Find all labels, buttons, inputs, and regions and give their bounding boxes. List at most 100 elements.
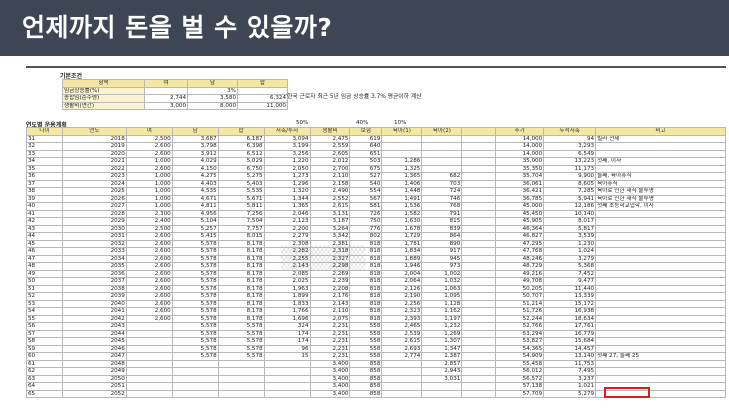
table-cell <box>595 142 726 151</box>
table-cell: 2,857 <box>421 359 463 368</box>
table-cell: 1,344 <box>263 194 311 203</box>
table-cell: 50 <box>26 277 63 286</box>
table-cell: 5,403 <box>217 179 265 188</box>
table-cell: 3,400 <box>309 374 351 383</box>
table-cell: 2026 <box>61 194 127 203</box>
table-cell: 3,199 <box>263 142 311 151</box>
table-cell: 5,578 <box>171 344 219 353</box>
header-cell: 합 <box>217 127 265 136</box>
table-cell <box>217 374 265 383</box>
table-cell: 818 <box>349 262 383 271</box>
table-cell: 36,061 <box>495 179 545 188</box>
table-cell: 1,491 <box>381 194 423 203</box>
header-cell: 육아(2) <box>421 127 463 136</box>
table-cell <box>171 367 219 376</box>
table-cell: 46,364 <box>495 224 545 233</box>
table-cell: 빌라 전세 <box>595 134 726 143</box>
table-cell: 2,231 <box>309 344 351 353</box>
basic-conditions-table: 항목 여 남 합 임금상승률(%) 3% 종합임(순수령) 2,744 3,58… <box>62 79 288 111</box>
table-cell: 1,729 <box>381 232 423 241</box>
table-cell: 44 <box>26 232 63 241</box>
table-cell: 527 <box>349 172 383 181</box>
table-cell <box>461 367 497 376</box>
table-cell <box>595 344 726 353</box>
table-cell: 51,726 <box>495 307 545 316</box>
table-cell: 1,387 <box>421 352 463 361</box>
table-cell: 2,279 <box>263 232 311 241</box>
table-cell: 36 <box>26 172 63 181</box>
header-cell: 여 <box>125 127 173 136</box>
table-cell: 1,696 <box>263 314 311 323</box>
table-cell: 5,578 <box>217 352 265 361</box>
table-cell: 2,323 <box>381 307 423 316</box>
table-cell: 2,308 <box>263 239 311 248</box>
table-cell: 1,000 <box>125 157 173 166</box>
table-cell: 1,307 <box>421 337 463 346</box>
table-cell: 791 <box>421 209 463 218</box>
table-row: 46 2033 2,600 5,578 8,178 2,282 2,318 818 1,834 9… <box>26 247 726 256</box>
table-cell: 2,552 <box>309 194 351 203</box>
table-cell <box>595 367 726 376</box>
table-cell: 703 <box>421 179 463 188</box>
table-cell: 2,475 <box>309 134 351 143</box>
table-cell: 2042 <box>61 314 127 323</box>
table-cell: 5,817 <box>543 224 597 233</box>
table-cell <box>217 382 265 391</box>
table-cell <box>171 382 219 391</box>
table-row: 62 2049 3,400 858 2,943 56,012 7,495 <box>26 367 726 376</box>
table-cell <box>461 359 497 368</box>
table-cell: 2032 <box>61 239 127 248</box>
table-cell: 2,490 <box>309 187 351 196</box>
table-cell: 2,600 <box>125 239 173 248</box>
table-cell: 818 <box>349 247 383 256</box>
table-cell: 5,578 <box>171 269 219 278</box>
header-cell: 나이 <box>26 127 63 136</box>
table-cell: 33 <box>26 149 63 158</box>
table-row: 51 2038 2,600 5,578 8,178 1,963 2,208 818 2,126 1… <box>26 284 726 293</box>
table-cell <box>125 382 173 391</box>
table-row: 61 2048 3,400 858 2,857 55,458 11,753 <box>26 359 726 368</box>
table-cell: 640 <box>349 142 383 151</box>
table-cell <box>381 389 423 398</box>
table-cell: 2051 <box>61 382 127 391</box>
table-cell: 818 <box>349 307 383 316</box>
table-cell: 58 <box>26 337 63 346</box>
table-cell: 864 <box>421 232 463 241</box>
table-cell: 2,269 <box>309 269 351 278</box>
basic-row: 생활비(연간) 3,000 8,000 11,000 <box>62 101 288 111</box>
table-cell <box>461 269 497 278</box>
table-cell: 2,693 <box>381 344 423 353</box>
table-cell: 682 <box>421 172 463 181</box>
table-row: 56 2043 5,578 5,578 324 2,231 558 2,465 1,232 52,… <box>26 322 726 331</box>
table-cell <box>381 382 423 391</box>
table-cell: 1,536 <box>381 202 423 211</box>
table-cell: 1,296 <box>263 179 311 188</box>
table-cell: 46 <box>26 247 63 256</box>
table-cell: 2,327 <box>309 254 351 263</box>
table-cell: 49,708 <box>495 277 545 286</box>
table-cell: 858 <box>349 382 383 391</box>
table-row: 58 2045 5,578 5,578 174 2,231 558 2,615 1,307 53,… <box>26 337 726 346</box>
wage-growth-note: 한국 근로자 최근 5년 임금 상승률 3.7% 평균이하 계산 <box>287 94 422 100</box>
table-cell: 16,779 <box>543 329 597 338</box>
table-cell: 558 <box>349 344 383 353</box>
table-cell: 2021 <box>61 157 127 166</box>
table-cell: 55,458 <box>495 359 545 368</box>
table-cell: 675 <box>349 164 383 173</box>
table-cell <box>421 149 463 158</box>
table-cell <box>595 314 726 323</box>
table-cell <box>595 247 726 256</box>
table-row: 36 2023 1,000 4,275 5,275 1,273 2,110 527 1,365 6… <box>26 172 726 181</box>
table-cell: 554 <box>349 187 383 196</box>
table-cell: 2033 <box>61 247 127 256</box>
table-cell <box>461 217 497 226</box>
table-cell <box>125 374 173 383</box>
table-cell: 5,578 <box>171 239 219 248</box>
table-cell: 3,580 <box>187 94 238 103</box>
table-cell <box>381 142 423 151</box>
table-cell: 2039 <box>61 292 127 301</box>
table-cell: 1,325 <box>381 164 423 173</box>
table-cell <box>461 262 497 271</box>
table-cell: 2,600 <box>125 284 173 293</box>
table-cell: 8,178 <box>217 284 265 293</box>
